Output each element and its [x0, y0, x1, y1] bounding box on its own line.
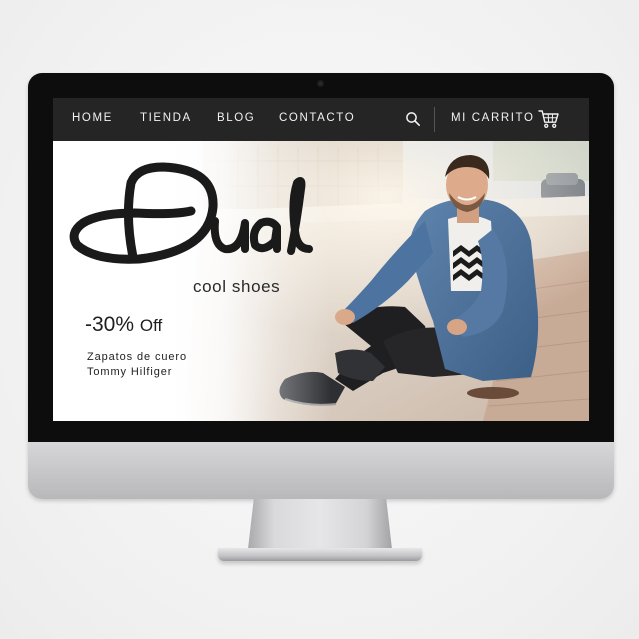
shopping-cart-icon[interactable]: [538, 109, 560, 129]
search-icon[interactable]: [405, 111, 421, 127]
brand-logo: [69, 162, 313, 264]
imac-monitor: HOME TIENDA BLOG CONTACTO MI CARRITO coo…: [28, 73, 614, 499]
discount-percent: -30%: [85, 313, 135, 336]
nav-item-tienda[interactable]: TIENDA: [140, 112, 192, 124]
nav-item-contacto[interactable]: CONTACTO: [279, 112, 355, 124]
nav-item-blog[interactable]: BLOG: [217, 112, 255, 124]
nav-item-home[interactable]: HOME: [72, 112, 113, 124]
brand-tagline: cool shoes: [193, 277, 281, 296]
product-line-1: Zapatos de cuero: [87, 351, 188, 363]
website-screen: HOME TIENDA BLOG CONTACTO MI CARRITO coo…: [53, 98, 589, 421]
nav-divider: [434, 107, 435, 132]
discount-label: -30% Off: [85, 313, 162, 337]
monitor-stand-base: [218, 548, 422, 561]
screen-bezel: HOME TIENDA BLOG CONTACTO MI CARRITO coo…: [28, 73, 614, 442]
hero-banner[interactable]: cool shoes -30% Off Zapatos de cuero Tom…: [53, 141, 589, 421]
monitor-chin: [28, 442, 614, 499]
discount-suffix: Off: [139, 316, 163, 335]
product-line-2: Tommy Hilfiger: [87, 366, 173, 378]
top-navigation: HOME TIENDA BLOG CONTACTO MI CARRITO: [53, 98, 589, 141]
monitor-stand-neck: [248, 499, 392, 549]
webcam: [317, 80, 324, 87]
mockup-stage: HOME TIENDA BLOG CONTACTO MI CARRITO coo…: [0, 0, 639, 639]
cart-link[interactable]: MI CARRITO: [451, 112, 535, 124]
